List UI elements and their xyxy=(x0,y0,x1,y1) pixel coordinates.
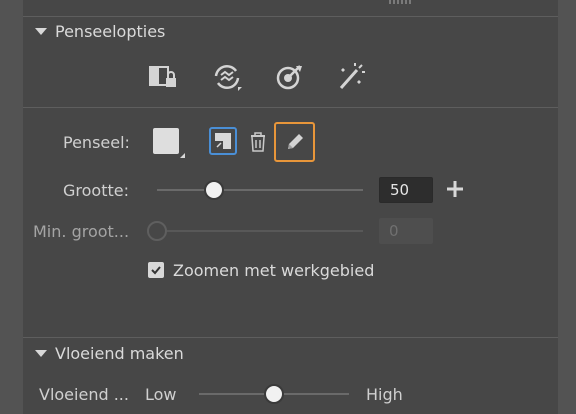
lock-layer-icon[interactable] xyxy=(147,62,181,92)
size-slider-thumb[interactable] xyxy=(203,180,224,200)
brush-label: Penseel: xyxy=(63,133,130,152)
resize-handle[interactable] xyxy=(389,0,413,4)
smoothing-label: Vloeiend ... xyxy=(39,385,129,404)
smoothing-slider-thumb[interactable] xyxy=(264,384,284,404)
smoothing-high-label: High xyxy=(366,385,403,404)
section-title: Vloeiend maken xyxy=(55,343,184,363)
section-header-brush-options[interactable]: Penseelopties xyxy=(35,21,165,41)
pencil-icon xyxy=(287,134,303,149)
magic-wand-icon[interactable] xyxy=(335,62,369,92)
dropdown-corner-icon xyxy=(180,153,185,158)
section-title: Penseelopties xyxy=(55,21,166,41)
collapse-triangle-icon[interactable] xyxy=(35,27,47,35)
size-slider-track[interactable] xyxy=(157,189,363,191)
min-size-label: Min. groot... xyxy=(33,222,130,241)
min-size-slider-thumb[interactable] xyxy=(147,221,167,241)
size-label: Grootte: xyxy=(63,181,129,200)
collapse-triangle-icon[interactable] xyxy=(35,349,47,357)
left-sidebar xyxy=(0,0,22,414)
zoom-checkbox[interactable] xyxy=(148,262,164,278)
checkmark-icon xyxy=(151,266,161,275)
section-divider xyxy=(23,16,558,17)
plus-icon[interactable] xyxy=(444,178,466,200)
brush-page-icon xyxy=(215,133,231,149)
trash-icon[interactable] xyxy=(247,130,269,154)
brush-mode-button[interactable] xyxy=(209,127,237,155)
section-header-smoothing[interactable]: Vloeiend maken xyxy=(35,343,184,363)
pencil-button[interactable] xyxy=(274,122,315,162)
brush-swatch[interactable] xyxy=(153,128,179,154)
smoothing-low-label: Low xyxy=(145,385,177,404)
sync-icon[interactable] xyxy=(211,62,245,92)
size-input[interactable]: 50 xyxy=(379,177,433,203)
section-divider xyxy=(23,337,558,338)
properties-panel: Penseelopties Penseel: Grootte: 50 Min. … xyxy=(23,0,558,414)
section-divider xyxy=(23,107,558,108)
target-icon[interactable] xyxy=(273,62,307,92)
min-size-input[interactable]: 0 xyxy=(379,218,433,244)
min-size-slider-track[interactable] xyxy=(157,230,363,232)
right-scrollbar[interactable] xyxy=(559,0,576,414)
zoom-checkbox-label[interactable]: Zoomen met werkgebied xyxy=(173,261,374,280)
